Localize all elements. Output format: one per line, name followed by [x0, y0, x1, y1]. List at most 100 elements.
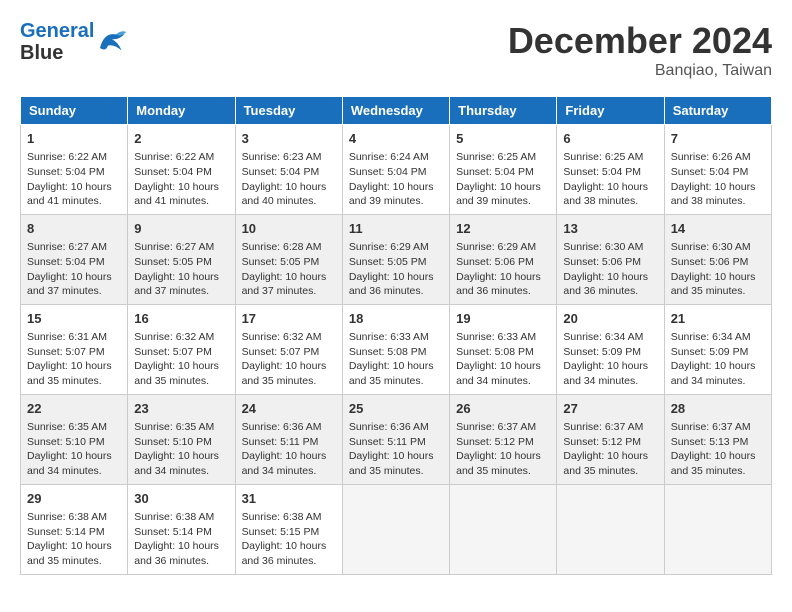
location: Banqiao, Taiwan: [508, 62, 772, 80]
sunset-text: Sunset: 5:06 PM: [456, 255, 550, 270]
weekday-header: Wednesday: [342, 97, 449, 125]
day-number: 29: [27, 490, 121, 508]
day-number: 9: [134, 220, 228, 238]
day-number: 3: [242, 130, 336, 148]
sunset-text: Sunset: 5:05 PM: [349, 255, 443, 270]
calendar-cell: 10 Sunrise: 6:28 AM Sunset: 5:05 PM Dayl…: [235, 214, 342, 304]
weekday-header: Sunday: [21, 97, 128, 125]
sunset-text: Sunset: 5:04 PM: [563, 165, 657, 180]
sunrise-text: Sunrise: 6:34 AM: [563, 330, 657, 345]
daylight-text: Daylight: 10 hours and 35 minutes.: [27, 359, 121, 388]
calendar-cell: 5 Sunrise: 6:25 AM Sunset: 5:04 PM Dayli…: [450, 125, 557, 215]
day-number: 31: [242, 490, 336, 508]
daylight-text: Daylight: 10 hours and 35 minutes.: [349, 449, 443, 478]
calendar-cell: 25 Sunrise: 6:36 AM Sunset: 5:11 PM Dayl…: [342, 394, 449, 484]
logo: GeneralBlue: [20, 20, 128, 64]
calendar-cell: 8 Sunrise: 6:27 AM Sunset: 5:04 PM Dayli…: [21, 214, 128, 304]
calendar-cell: 30 Sunrise: 6:38 AM Sunset: 5:14 PM Dayl…: [128, 484, 235, 574]
daylight-text: Daylight: 10 hours and 34 minutes.: [134, 449, 228, 478]
day-number: 19: [456, 310, 550, 328]
day-number: 21: [671, 310, 765, 328]
sunset-text: Sunset: 5:14 PM: [27, 525, 121, 540]
day-number: 22: [27, 400, 121, 418]
calendar-cell: 17 Sunrise: 6:32 AM Sunset: 5:07 PM Dayl…: [235, 304, 342, 394]
calendar-cell: 18 Sunrise: 6:33 AM Sunset: 5:08 PM Dayl…: [342, 304, 449, 394]
calendar-cell: 14 Sunrise: 6:30 AM Sunset: 5:06 PM Dayl…: [664, 214, 771, 304]
sunrise-text: Sunrise: 6:27 AM: [134, 240, 228, 255]
day-number: 11: [349, 220, 443, 238]
calendar-cell: [557, 484, 664, 574]
sunset-text: Sunset: 5:06 PM: [671, 255, 765, 270]
sunset-text: Sunset: 5:04 PM: [456, 165, 550, 180]
sunset-text: Sunset: 5:04 PM: [27, 165, 121, 180]
sunrise-text: Sunrise: 6:28 AM: [242, 240, 336, 255]
sunset-text: Sunset: 5:05 PM: [242, 255, 336, 270]
sunrise-text: Sunrise: 6:33 AM: [456, 330, 550, 345]
sunrise-text: Sunrise: 6:37 AM: [563, 420, 657, 435]
calendar-week-row: 8 Sunrise: 6:27 AM Sunset: 5:04 PM Dayli…: [21, 214, 772, 304]
sunset-text: Sunset: 5:04 PM: [27, 255, 121, 270]
calendar-cell: 4 Sunrise: 6:24 AM Sunset: 5:04 PM Dayli…: [342, 125, 449, 215]
daylight-text: Daylight: 10 hours and 35 minutes.: [671, 270, 765, 299]
calendar-cell: 13 Sunrise: 6:30 AM Sunset: 5:06 PM Dayl…: [557, 214, 664, 304]
sunset-text: Sunset: 5:10 PM: [134, 435, 228, 450]
sunset-text: Sunset: 5:07 PM: [134, 345, 228, 360]
daylight-text: Daylight: 10 hours and 34 minutes.: [456, 359, 550, 388]
daylight-text: Daylight: 10 hours and 40 minutes.: [242, 180, 336, 209]
day-number: 6: [563, 130, 657, 148]
sunset-text: Sunset: 5:07 PM: [242, 345, 336, 360]
sunrise-text: Sunrise: 6:36 AM: [349, 420, 443, 435]
daylight-text: Daylight: 10 hours and 35 minutes.: [134, 359, 228, 388]
sunrise-text: Sunrise: 6:37 AM: [456, 420, 550, 435]
daylight-text: Daylight: 10 hours and 41 minutes.: [134, 180, 228, 209]
daylight-text: Daylight: 10 hours and 35 minutes.: [27, 539, 121, 568]
day-number: 27: [563, 400, 657, 418]
calendar-cell: 26 Sunrise: 6:37 AM Sunset: 5:12 PM Dayl…: [450, 394, 557, 484]
day-number: 30: [134, 490, 228, 508]
daylight-text: Daylight: 10 hours and 37 minutes.: [134, 270, 228, 299]
daylight-text: Daylight: 10 hours and 37 minutes.: [27, 270, 121, 299]
page-header: GeneralBlue December 2024 Banqiao, Taiwa…: [20, 20, 772, 80]
sunset-text: Sunset: 5:09 PM: [563, 345, 657, 360]
daylight-text: Daylight: 10 hours and 34 minutes.: [671, 359, 765, 388]
sunset-text: Sunset: 5:04 PM: [242, 165, 336, 180]
sunrise-text: Sunrise: 6:23 AM: [242, 150, 336, 165]
calendar-cell: 15 Sunrise: 6:31 AM Sunset: 5:07 PM Dayl…: [21, 304, 128, 394]
day-number: 23: [134, 400, 228, 418]
sunrise-text: Sunrise: 6:26 AM: [671, 150, 765, 165]
sunrise-text: Sunrise: 6:38 AM: [134, 510, 228, 525]
weekday-header: Tuesday: [235, 97, 342, 125]
weekday-header: Saturday: [664, 97, 771, 125]
daylight-text: Daylight: 10 hours and 36 minutes.: [242, 539, 336, 568]
calendar-cell: 3 Sunrise: 6:23 AM Sunset: 5:04 PM Dayli…: [235, 125, 342, 215]
sunrise-text: Sunrise: 6:25 AM: [563, 150, 657, 165]
sunset-text: Sunset: 5:06 PM: [563, 255, 657, 270]
calendar-cell: [450, 484, 557, 574]
sunrise-text: Sunrise: 6:24 AM: [349, 150, 443, 165]
sunrise-text: Sunrise: 6:31 AM: [27, 330, 121, 345]
sunset-text: Sunset: 5:04 PM: [134, 165, 228, 180]
day-number: 28: [671, 400, 765, 418]
calendar-cell: 24 Sunrise: 6:36 AM Sunset: 5:11 PM Dayl…: [235, 394, 342, 484]
logo-text: GeneralBlue: [20, 20, 94, 64]
daylight-text: Daylight: 10 hours and 38 minutes.: [563, 180, 657, 209]
calendar-cell: [342, 484, 449, 574]
sunset-text: Sunset: 5:14 PM: [134, 525, 228, 540]
sunset-text: Sunset: 5:12 PM: [456, 435, 550, 450]
daylight-text: Daylight: 10 hours and 36 minutes.: [563, 270, 657, 299]
sunset-text: Sunset: 5:08 PM: [456, 345, 550, 360]
daylight-text: Daylight: 10 hours and 39 minutes.: [456, 180, 550, 209]
calendar-cell: 20 Sunrise: 6:34 AM Sunset: 5:09 PM Dayl…: [557, 304, 664, 394]
sunset-text: Sunset: 5:08 PM: [349, 345, 443, 360]
sunset-text: Sunset: 5:07 PM: [27, 345, 121, 360]
calendar-cell: 7 Sunrise: 6:26 AM Sunset: 5:04 PM Dayli…: [664, 125, 771, 215]
day-number: 5: [456, 130, 550, 148]
calendar-cell: 22 Sunrise: 6:35 AM Sunset: 5:10 PM Dayl…: [21, 394, 128, 484]
calendar-week-row: 15 Sunrise: 6:31 AM Sunset: 5:07 PM Dayl…: [21, 304, 772, 394]
day-number: 16: [134, 310, 228, 328]
sunrise-text: Sunrise: 6:35 AM: [134, 420, 228, 435]
sunrise-text: Sunrise: 6:36 AM: [242, 420, 336, 435]
sunrise-text: Sunrise: 6:38 AM: [242, 510, 336, 525]
weekday-header: Thursday: [450, 97, 557, 125]
month-title: December 2024: [508, 20, 772, 62]
